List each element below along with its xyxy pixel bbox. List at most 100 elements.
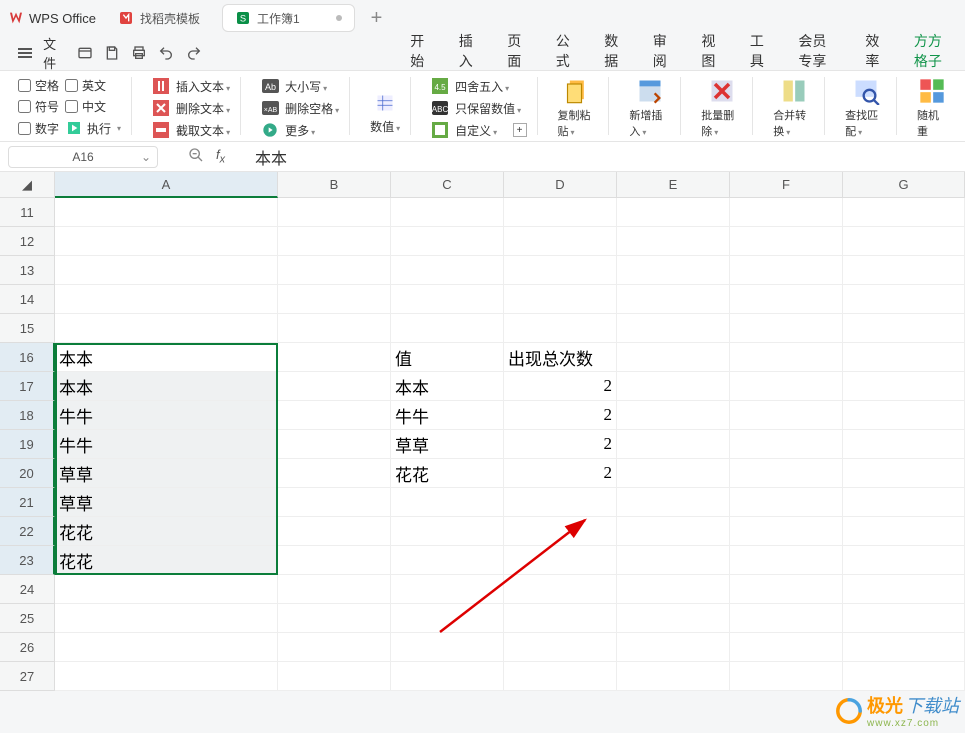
cell[interactable]	[391, 517, 504, 546]
new-insert-group[interactable]: 新增插入	[619, 77, 681, 135]
cell[interactable]	[391, 198, 504, 227]
tab-efficiency[interactable]: 效率	[865, 31, 884, 75]
cell[interactable]	[278, 517, 391, 546]
tab-view[interactable]: 视图	[701, 31, 720, 75]
cell[interactable]	[730, 372, 843, 401]
cell[interactable]	[843, 459, 965, 488]
cell-A16[interactable]: 本本	[55, 343, 278, 372]
template-tab[interactable]: 找稻壳模板	[106, 4, 212, 32]
save-icon[interactable]	[102, 40, 123, 66]
exec-button[interactable]: 执行	[65, 119, 121, 137]
cell[interactable]	[617, 488, 730, 517]
cell[interactable]	[391, 546, 504, 575]
cell[interactable]	[843, 662, 965, 691]
row-header[interactable]: 16	[0, 343, 55, 372]
random-group[interactable]: 随机重	[907, 77, 957, 135]
cell[interactable]	[278, 633, 391, 662]
col-header-G[interactable]: G	[843, 172, 965, 198]
delete-text-button[interactable]: 删除文本	[176, 100, 230, 117]
row-header[interactable]: 17	[0, 372, 55, 401]
cancel-icon[interactable]	[188, 147, 204, 166]
cell[interactable]	[730, 256, 843, 285]
col-header-F[interactable]: F	[730, 172, 843, 198]
cell[interactable]	[278, 227, 391, 256]
insert-text-button[interactable]: 插入文本	[176, 78, 230, 95]
cell[interactable]	[843, 575, 965, 604]
workbook-tab[interactable]: S 工作簿1	[222, 4, 355, 32]
cell[interactable]	[55, 256, 278, 285]
tab-data[interactable]: 数据	[604, 31, 623, 75]
cell[interactable]	[617, 430, 730, 459]
find-group[interactable]: 查找匹配	[835, 77, 897, 135]
keepnum-button[interactable]: 只保留数值	[455, 100, 521, 117]
cell[interactable]	[730, 517, 843, 546]
cell-A20[interactable]: 草草	[55, 459, 278, 488]
tab-ffgz[interactable]: 方方格子	[914, 31, 951, 75]
row-header[interactable]: 21	[0, 488, 55, 517]
new-tab-button[interactable]: +	[365, 7, 389, 30]
col-header-E[interactable]: E	[617, 172, 730, 198]
row-header[interactable]: 24	[0, 575, 55, 604]
row-header[interactable]: 23	[0, 546, 55, 575]
cell[interactable]	[504, 227, 617, 256]
row-header[interactable]: 22	[0, 517, 55, 546]
add-custom-button[interactable]: +	[513, 123, 527, 137]
cell[interactable]	[843, 488, 965, 517]
cell[interactable]	[617, 633, 730, 662]
cell[interactable]	[55, 662, 278, 691]
cell[interactable]	[278, 314, 391, 343]
cell[interactable]	[391, 633, 504, 662]
cell[interactable]	[391, 604, 504, 633]
check-symbol[interactable]: 符号	[18, 98, 59, 115]
cell[interactable]	[617, 314, 730, 343]
merge-group[interactable]: 合并转换	[763, 77, 825, 135]
cell[interactable]	[504, 662, 617, 691]
cell[interactable]	[843, 546, 965, 575]
cell[interactable]	[504, 488, 617, 517]
case-button[interactable]: 大小写	[285, 78, 327, 95]
cell[interactable]	[730, 285, 843, 314]
cell[interactable]	[617, 256, 730, 285]
row-header[interactable]: 12	[0, 227, 55, 256]
more-button[interactable]: 更多	[285, 122, 315, 139]
row-header[interactable]: 19	[0, 430, 55, 459]
spreadsheet[interactable]: ◢ A B C D E F G 11 12 13 14 15 16 本本 值 出…	[0, 172, 965, 691]
copy-paste-group[interactable]: 复制粘贴	[548, 77, 610, 135]
cell[interactable]	[730, 546, 843, 575]
cell[interactable]	[843, 314, 965, 343]
cell[interactable]	[278, 343, 391, 372]
cell[interactable]	[504, 198, 617, 227]
cell-C17[interactable]: 本本	[391, 372, 504, 401]
cell[interactable]	[278, 256, 391, 285]
cell[interactable]	[504, 256, 617, 285]
cell[interactable]	[391, 227, 504, 256]
cell[interactable]	[730, 575, 843, 604]
row-header[interactable]: 14	[0, 285, 55, 314]
cell[interactable]	[843, 430, 965, 459]
cell[interactable]	[843, 256, 965, 285]
formula-input[interactable]: 本本	[255, 145, 287, 169]
cell[interactable]	[617, 459, 730, 488]
cell[interactable]	[843, 285, 965, 314]
cell[interactable]	[730, 604, 843, 633]
cell[interactable]	[504, 575, 617, 604]
cell[interactable]	[843, 227, 965, 256]
cell[interactable]	[730, 633, 843, 662]
cell[interactable]	[617, 662, 730, 691]
cell[interactable]	[278, 372, 391, 401]
cell[interactable]	[617, 546, 730, 575]
cell[interactable]	[504, 604, 617, 633]
row-header[interactable]: 26	[0, 633, 55, 662]
cell[interactable]	[278, 285, 391, 314]
row-header[interactable]: 18	[0, 401, 55, 430]
cell-A18[interactable]: 牛牛	[55, 401, 278, 430]
cell[interactable]	[730, 198, 843, 227]
cell[interactable]	[504, 633, 617, 662]
cell[interactable]	[391, 662, 504, 691]
tab-review[interactable]: 审阅	[653, 31, 672, 75]
file-menu[interactable]: 文件	[43, 34, 64, 72]
cell[interactable]	[843, 372, 965, 401]
undo-icon[interactable]	[156, 40, 177, 66]
print-icon[interactable]	[129, 40, 150, 66]
cell-A17[interactable]: 本本	[55, 372, 278, 401]
